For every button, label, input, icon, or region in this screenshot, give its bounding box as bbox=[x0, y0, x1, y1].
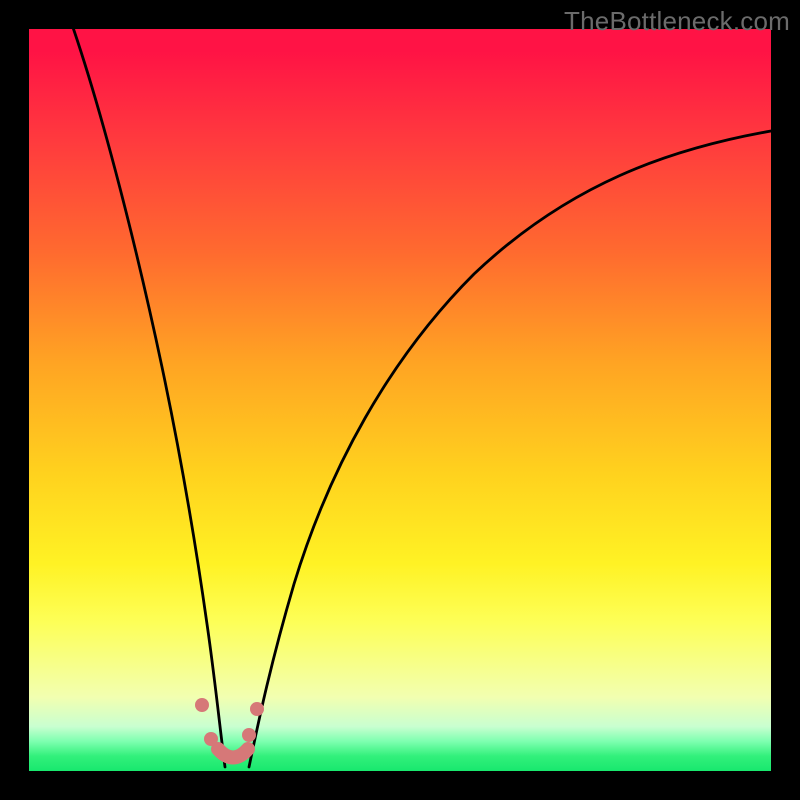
marker-cluster-u bbox=[218, 749, 248, 758]
curve-left-branch bbox=[74, 29, 226, 767]
marker-point-3 bbox=[242, 728, 256, 742]
chart-svg bbox=[29, 29, 771, 771]
marker-point-2 bbox=[204, 732, 218, 746]
chart-frame: TheBottleneck.com bbox=[0, 0, 800, 800]
curve-right-branch bbox=[249, 131, 771, 767]
plot-area bbox=[29, 29, 771, 771]
marker-point-4 bbox=[250, 702, 264, 716]
watermark-text: TheBottleneck.com bbox=[564, 6, 790, 37]
marker-point-1 bbox=[195, 698, 209, 712]
